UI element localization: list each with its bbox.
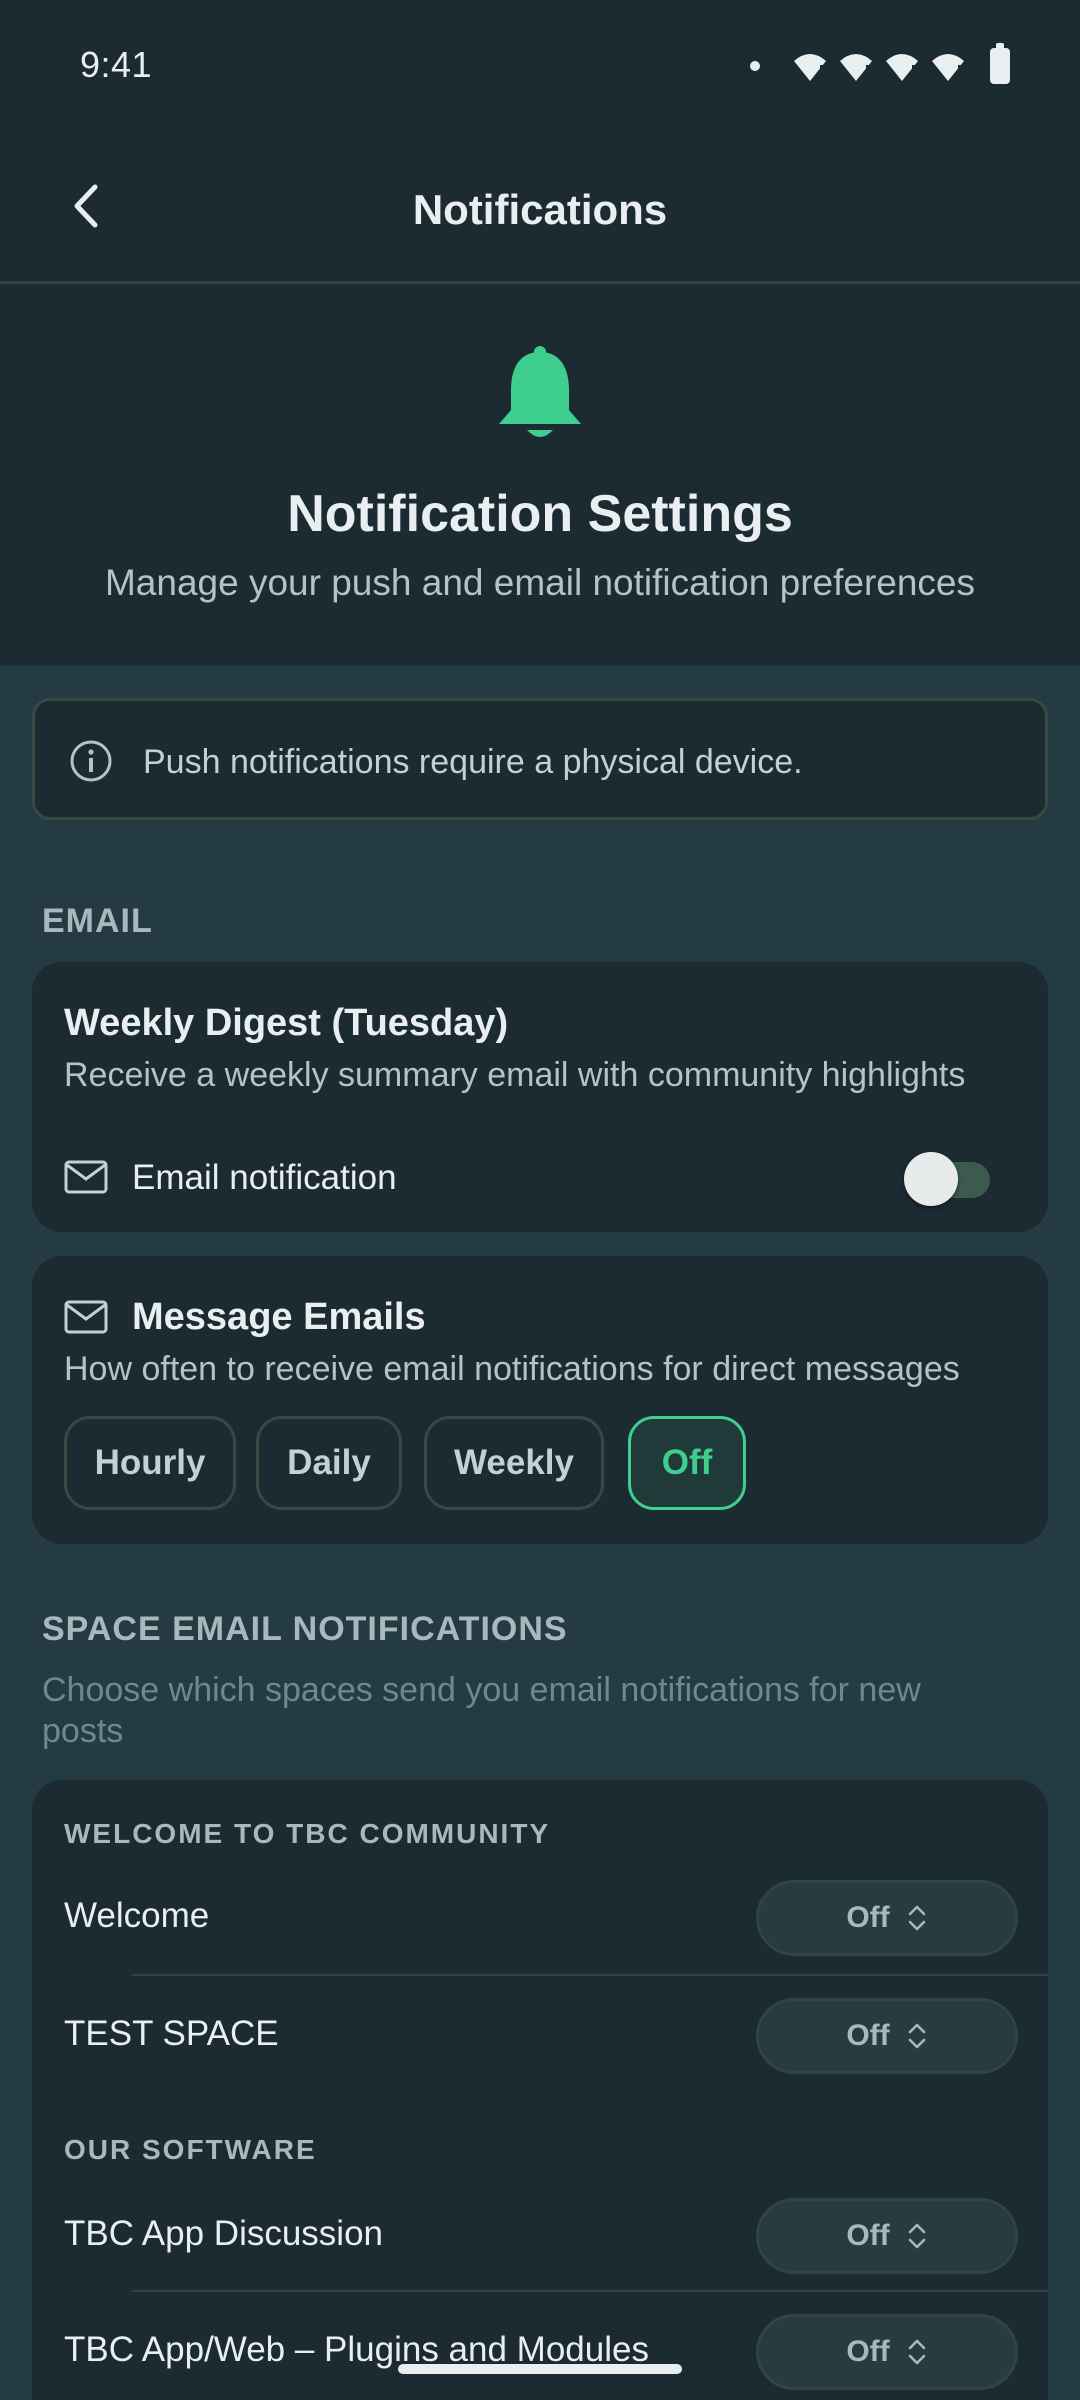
frequency-chip-hourly[interactable]: Hourly [64, 1416, 236, 1510]
toggle-thumb [904, 1152, 958, 1206]
spaces-card: WELCOME TO TBC COMMUNITY Welcome Off TES… [32, 1780, 1048, 2400]
space-frequency-select[interactable]: Off [756, 2198, 1018, 2274]
space-section-description: Choose which spaces send you email notif… [42, 1671, 921, 1750]
status-bar: 9:41 [0, 0, 1080, 136]
page-title: Notifications [412, 186, 668, 233]
chevron-up-down-icon [908, 2223, 925, 2249]
select-value: Off [846, 2335, 890, 2368]
divider [132, 2290, 1048, 2292]
hero-subtitle: Manage your push and email notification … [104, 562, 976, 603]
chevron-up-down-icon [908, 2339, 925, 2365]
info-icon [70, 740, 112, 782]
space-frequency-select[interactable]: Off [756, 1998, 1018, 2074]
message-emails-description: How often to receive email notifications… [64, 1350, 960, 1388]
chevron-up-down-icon [908, 1905, 925, 1931]
hero-title: Notification Settings [287, 485, 793, 543]
mail-icon [64, 1300, 108, 1334]
frequency-chip-off[interactable]: Off [628, 1416, 746, 1510]
wifi-icon [840, 54, 872, 81]
settings-content[interactable]: Push notifications require a physical de… [0, 666, 1080, 2400]
space-frequency-select[interactable]: Off [756, 2314, 1018, 2390]
email-notification-label: Email notification [132, 1158, 397, 1197]
select-value: Off [846, 2019, 890, 2052]
notification-dot-icon [750, 61, 760, 71]
frequency-chip-daily[interactable]: Daily [256, 1416, 402, 1510]
battery-icon [990, 43, 1010, 84]
select-value: Off [846, 2219, 890, 2252]
weekly-digest-description: Receive a weekly summary email with comm… [64, 1056, 966, 1094]
weekly-digest-card: Weekly Digest (Tuesday) Receive a weekly… [32, 962, 1048, 1232]
wifi-icon [886, 54, 918, 81]
info-banner: Push notifications require a physical de… [32, 698, 1048, 820]
divider [132, 1974, 1048, 1976]
hero-section: Notification Settings Manage your push a… [0, 286, 1080, 666]
select-value: Off [846, 1901, 890, 1934]
chevron-up-down-icon [908, 2023, 925, 2049]
app-bar: Notifications [0, 136, 1080, 284]
message-emails-title: Message Emails [132, 1296, 426, 1338]
email-section-header: EMAIL [42, 902, 153, 940]
wifi-icon [932, 54, 964, 81]
space-name: Welcome [64, 1896, 210, 1935]
space-name: TBC App Discussion [64, 2214, 384, 2253]
space-frequency-select[interactable]: Off [756, 1880, 1018, 1956]
email-notification-toggle[interactable] [904, 1152, 994, 1208]
weekly-digest-title: Weekly Digest (Tuesday) [64, 1002, 509, 1044]
home-indicator[interactable] [398, 2364, 682, 2374]
message-emails-card: Message Emails How often to receive emai… [32, 1256, 1048, 1544]
group-header: WELCOME TO TBC COMMUNITY [64, 1818, 551, 1849]
mail-icon [64, 1160, 108, 1194]
space-section-header: SPACE EMAIL NOTIFICATIONS [42, 1610, 568, 1648]
wifi-icon [794, 54, 826, 81]
group-header: OUR SOFTWARE [64, 2134, 317, 2165]
info-text: Push notifications require a physical de… [143, 743, 803, 781]
frequency-chip-weekly[interactable]: Weekly [424, 1416, 604, 1510]
status-time: 9:41 [80, 44, 153, 85]
status-icons [750, 43, 1010, 86]
bell-icon [499, 346, 581, 437]
space-name: TEST SPACE [64, 2014, 279, 2053]
